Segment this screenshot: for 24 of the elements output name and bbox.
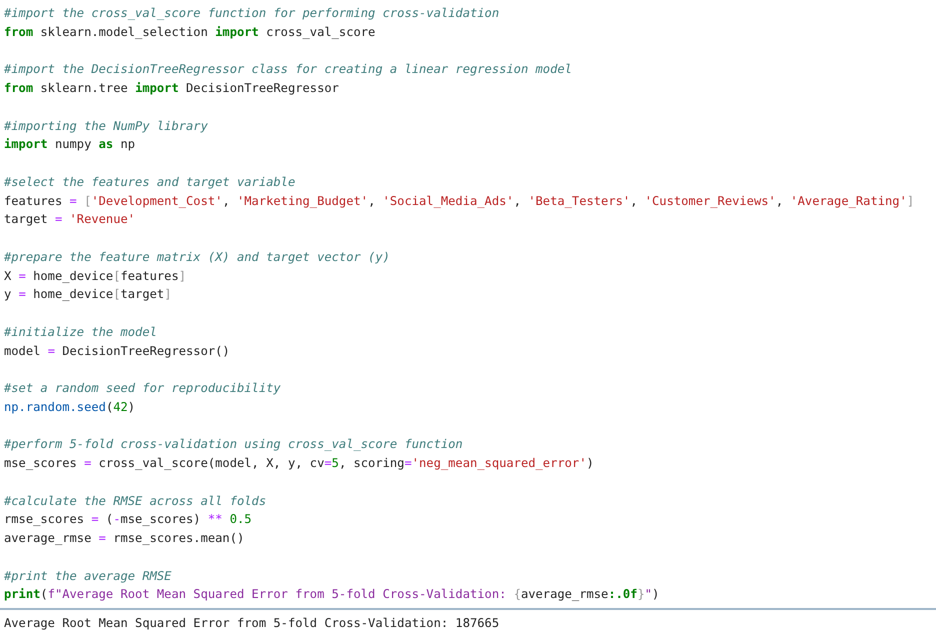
code-line: average_rmse = rmse_scores.mean()	[4, 530, 246, 547]
cell-output: Average Root Mean Squared Error from 5-fold Cross-Validation: 187665	[3, 615, 500, 632]
code-line: #select the features and target variable	[4, 174, 296, 191]
code-line: #calculate the RMSE across all folds	[4, 492, 268, 510]
code-line: X = home_device[features]	[4, 268, 188, 285]
code-line: #prepare the feature matrix (X) and target vector (y)	[4, 248, 391, 266]
code-line: #perform 5-fold cross-validation using cross_val_score function	[4, 436, 464, 454]
code-line: model = DecisionTreeRegressor()	[4, 342, 231, 360]
code-line: from sklearn.tree import DecisionTreeRegressor	[4, 80, 340, 97]
code-line: target = 'Revenue'	[4, 211, 136, 228]
code-line: #set a random seed for reproducibility	[4, 380, 282, 397]
code-line: features = ['Development_Cost', 'Marketing_Budget', 'Social_Media_Ads', 'Beta_Testers', 'Customer_Reviews', 'Average_Rating']	[4, 192, 916, 210]
code-line: mse_scores = cross_val_score(model, X, y, cv=5, scoring='neg_mean_squared_error')	[4, 455, 595, 472]
code-line: #importing the NumPy library	[4, 118, 209, 135]
code-line: #import the cross_val_score function for performing cross-validation	[4, 5, 500, 22]
code-line: from sklearn.model_selection import cross_val_score	[4, 24, 376, 41]
code-line: #import the DecisionTreeRegressor class for creating a linear regression model	[4, 61, 573, 78]
code-line: #initialize the model	[4, 324, 158, 341]
code-line: np.random.seed(42)	[4, 398, 136, 416]
code-line: rmse_scores = (-mse_scores) ** 0.5	[4, 511, 253, 528]
code-line: #print the average RMSE	[4, 568, 172, 585]
code-line: import numpy as np	[4, 136, 136, 154]
code-line: y = home_device[target]	[4, 286, 172, 304]
code-line: print(f"Average Root Mean Squared Error from 5-fold Cross-Validation: {average_rmse:.0f}")	[4, 586, 660, 604]
